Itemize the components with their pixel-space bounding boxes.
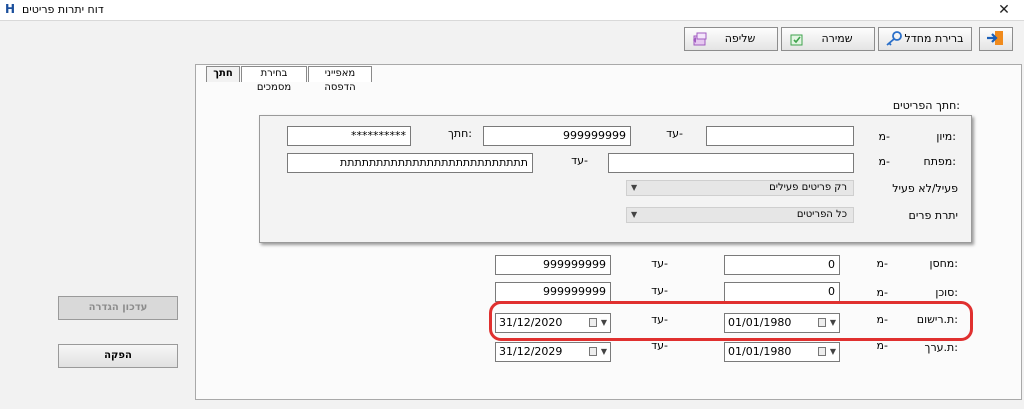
save-button[interactable]: שמירה bbox=[781, 27, 875, 51]
warehouse-from-label: מ- bbox=[876, 257, 888, 270]
key-icon bbox=[885, 31, 903, 47]
item-balance-value: כל הפריטים bbox=[796, 209, 847, 220]
chevron-down-icon: ▼ bbox=[631, 210, 638, 219]
chevron-down-icon: ▼ bbox=[631, 183, 638, 192]
calendar-icon bbox=[818, 347, 826, 356]
warehouse-label: מחסן: bbox=[929, 257, 958, 270]
tab-document-selection[interactable]: בחירת מסמכים bbox=[241, 66, 307, 93]
sort-to-input[interactable]: 999999999 bbox=[483, 126, 631, 146]
load-button[interactable]: שליפה bbox=[684, 27, 778, 51]
value-to-value: 31/12/2029 bbox=[499, 345, 563, 358]
cut-label: חתך: bbox=[447, 127, 472, 140]
exit-door-icon bbox=[985, 29, 1007, 50]
highlight-annotation bbox=[489, 301, 973, 341]
agent-to-label: עד- bbox=[651, 284, 668, 297]
tab-print-properties[interactable]: מאפייני הדפסה bbox=[308, 66, 372, 93]
agent-from-input[interactable]: 0 bbox=[724, 282, 840, 302]
active-status-value: רק פריטים פעילים bbox=[769, 182, 847, 193]
tab-section[interactable]: חתך bbox=[206, 66, 240, 82]
window-title: דוח יתרות פריטים bbox=[22, 3, 104, 16]
sort-from-label: מ- bbox=[878, 130, 890, 143]
chevron-down-icon: ▼ bbox=[600, 347, 607, 356]
save-label: שמירה bbox=[821, 32, 853, 45]
default-filter-label: ברירת מחדל bbox=[904, 32, 964, 45]
agent-from-label: מ- bbox=[876, 286, 888, 299]
exit-button[interactable] bbox=[979, 27, 1013, 51]
value-from-value: 01/01/1980 bbox=[728, 345, 792, 358]
agent-to-input[interactable]: 999999999 bbox=[495, 282, 611, 302]
key-label: מפתח: bbox=[923, 155, 956, 168]
save-icon bbox=[788, 31, 806, 47]
item-balance-select[interactable]: ▼ כל הפריטים bbox=[626, 207, 854, 223]
chevron-down-icon: ▼ bbox=[829, 347, 836, 356]
warehouse-from-input[interactable]: 0 bbox=[724, 255, 840, 275]
key-to-input[interactable]: תתתתתתתתתתתתתתתתתתתתתתתתתת bbox=[287, 153, 533, 173]
agent-label: סוכן: bbox=[935, 286, 958, 299]
title-bar bbox=[0, 0, 1024, 20]
sort-label: מיון: bbox=[936, 130, 956, 143]
warehouse-to-label: עד- bbox=[651, 257, 668, 270]
run-report-button[interactable]: הפקה bbox=[58, 344, 178, 368]
update-definition-button[interactable]: עדכון הגדרה bbox=[58, 296, 178, 320]
default-filter-button[interactable]: ברירת מחדל bbox=[878, 27, 972, 51]
load-label: שליפה bbox=[724, 32, 756, 45]
app-icon: H bbox=[5, 2, 16, 16]
value-date-label: ת.ערך: bbox=[924, 341, 958, 354]
load-icon bbox=[691, 31, 709, 47]
sort-from-input[interactable] bbox=[706, 126, 854, 146]
section-title: חתך הפריטים: bbox=[892, 99, 960, 112]
cut-input[interactable]: ********** bbox=[287, 126, 411, 146]
key-from-label: מ- bbox=[878, 155, 890, 168]
active-status-label: פעיל/לא פעיל bbox=[892, 182, 958, 195]
close-icon[interactable]: ✕ bbox=[993, 1, 1015, 19]
key-to-label: עד- bbox=[571, 154, 588, 167]
warehouse-to-input[interactable]: 999999999 bbox=[495, 255, 611, 275]
calendar-icon bbox=[589, 347, 597, 356]
item-balance-label: יתרת פרים bbox=[908, 209, 958, 222]
sort-to-label: עד- bbox=[666, 127, 683, 140]
value-to-date[interactable]: 31/12/2029 ▼ bbox=[495, 342, 611, 362]
value-from-date[interactable]: 01/01/1980 ▼ bbox=[724, 342, 840, 362]
key-from-input[interactable] bbox=[608, 153, 854, 173]
active-status-select[interactable]: ▼ רק פריטים פעילים bbox=[626, 180, 854, 196]
